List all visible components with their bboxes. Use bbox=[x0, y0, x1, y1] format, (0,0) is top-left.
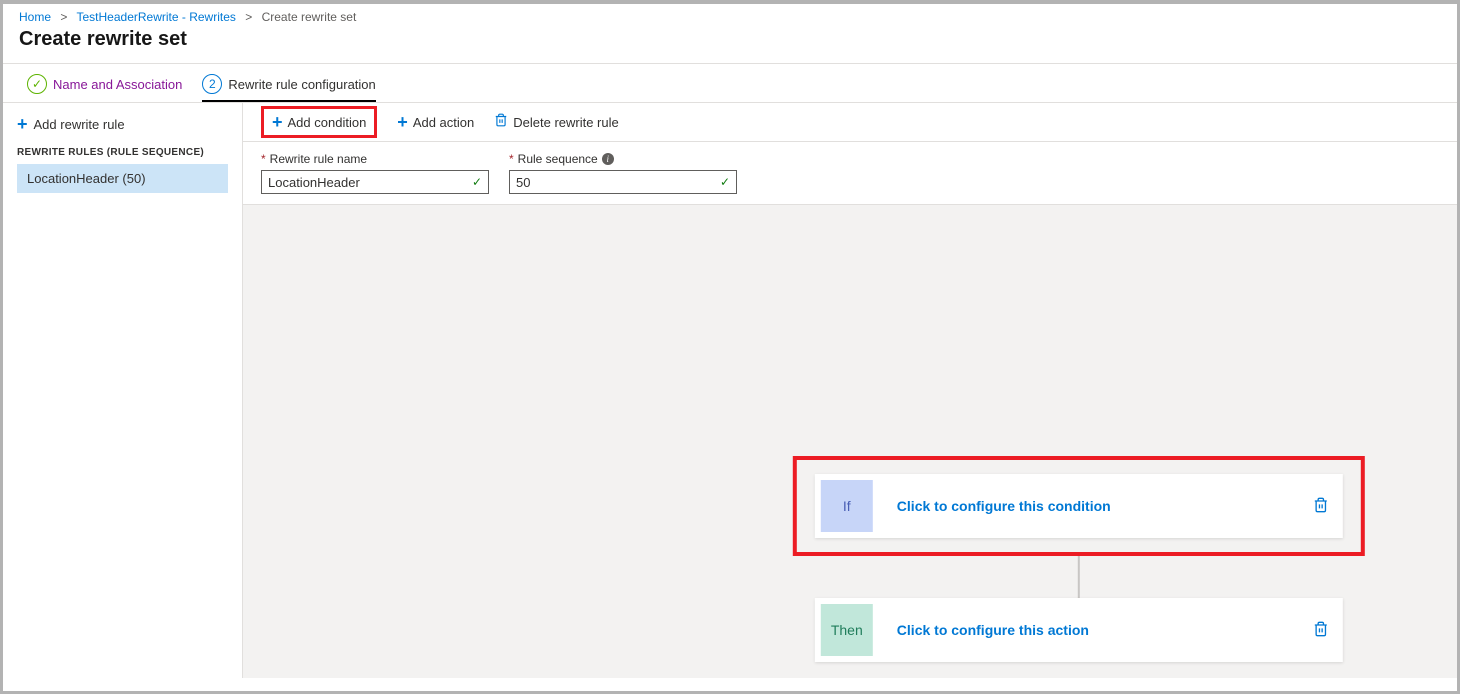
checkmark-icon: ✓ bbox=[472, 175, 482, 189]
rule-sequence-group: * Rule sequence i 50 ✓ bbox=[509, 152, 737, 194]
rule-sequence-input[interactable]: 50 ✓ bbox=[509, 170, 737, 194]
plus-icon: + bbox=[397, 113, 408, 131]
content-area: + Add condition + Add action Delete rewr… bbox=[243, 103, 1457, 678]
required-asterisk: * bbox=[261, 152, 266, 166]
rule-item-locationheader[interactable]: LocationHeader (50) bbox=[17, 164, 228, 193]
wizard-steps: ✓ Name and Association 2 Rewrite rule co… bbox=[3, 64, 1457, 102]
info-icon[interactable]: i bbox=[602, 153, 614, 165]
then-badge: Then bbox=[821, 604, 873, 656]
rule-name-value: LocationHeader bbox=[268, 175, 360, 190]
highlight-if-card: If Click to configure this condition bbox=[793, 456, 1365, 556]
step-rewrite-config[interactable]: 2 Rewrite rule configuration bbox=[202, 74, 375, 102]
breadcrumb-sep-icon: > bbox=[245, 10, 252, 24]
rule-name-group: * Rewrite rule name LocationHeader ✓ bbox=[261, 152, 489, 194]
page-title: Create rewrite set bbox=[3, 28, 1457, 63]
rule-sequence-value: 50 bbox=[516, 175, 530, 190]
trash-icon bbox=[494, 113, 508, 131]
if-condition-card[interactable]: If Click to configure this condition bbox=[815, 474, 1343, 538]
rule-name-label: * Rewrite rule name bbox=[261, 152, 489, 166]
add-action-button[interactable]: + Add action bbox=[397, 113, 474, 131]
add-condition-button[interactable]: + Add condition bbox=[272, 113, 366, 131]
highlight-add-condition: + Add condition bbox=[261, 106, 377, 138]
step-number-icon: 2 bbox=[202, 74, 222, 94]
required-asterisk: * bbox=[509, 152, 514, 166]
connector-line bbox=[1078, 556, 1080, 598]
breadcrumb-sep-icon: > bbox=[60, 10, 67, 24]
delete-rule-label: Delete rewrite rule bbox=[513, 115, 619, 130]
rule-canvas: If Click to configure this condition The… bbox=[243, 204, 1457, 678]
checkmark-icon: ✓ bbox=[720, 175, 730, 189]
breadcrumb-home[interactable]: Home bbox=[19, 10, 51, 24]
breadcrumb: Home > TestHeaderRewrite - Rewrites > Cr… bbox=[3, 4, 1457, 28]
add-action-label: Add action bbox=[413, 115, 474, 130]
checkmark-icon: ✓ bbox=[27, 74, 47, 94]
form-row: * Rewrite rule name LocationHeader ✓ * R… bbox=[243, 142, 1457, 204]
rule-sequence-label: * Rule sequence i bbox=[509, 152, 737, 166]
add-condition-label: Add condition bbox=[288, 115, 367, 130]
step-label: Rewrite rule configuration bbox=[228, 77, 375, 92]
delete-action-button[interactable] bbox=[1313, 621, 1329, 640]
plus-icon: + bbox=[17, 115, 28, 133]
plus-icon: + bbox=[272, 113, 283, 131]
then-action-card[interactable]: Then Click to configure this action bbox=[815, 598, 1343, 662]
if-badge: If bbox=[821, 480, 873, 532]
sidebar: + Add rewrite rule Rewrite rules (rule s… bbox=[3, 103, 243, 678]
rule-name-input[interactable]: LocationHeader ✓ bbox=[261, 170, 489, 194]
toolbar: + Add condition + Add action Delete rewr… bbox=[243, 103, 1457, 142]
step-label: Name and Association bbox=[53, 77, 182, 92]
step-name-association[interactable]: ✓ Name and Association bbox=[27, 74, 182, 94]
breadcrumb-gateway[interactable]: TestHeaderRewrite - Rewrites bbox=[77, 10, 236, 24]
then-text: Click to configure this action bbox=[897, 622, 1313, 638]
sidebar-heading: Rewrite rules (rule sequence) bbox=[17, 147, 228, 158]
add-rule-label: Add rewrite rule bbox=[34, 117, 125, 132]
delete-rule-button[interactable]: Delete rewrite rule bbox=[494, 113, 619, 131]
add-rewrite-rule-button[interactable]: + Add rewrite rule bbox=[17, 115, 228, 133]
if-text: Click to configure this condition bbox=[897, 498, 1313, 514]
flow-container: If Click to configure this condition The… bbox=[793, 456, 1365, 662]
breadcrumb-current: Create rewrite set bbox=[262, 10, 357, 24]
delete-condition-button[interactable] bbox=[1313, 497, 1329, 516]
